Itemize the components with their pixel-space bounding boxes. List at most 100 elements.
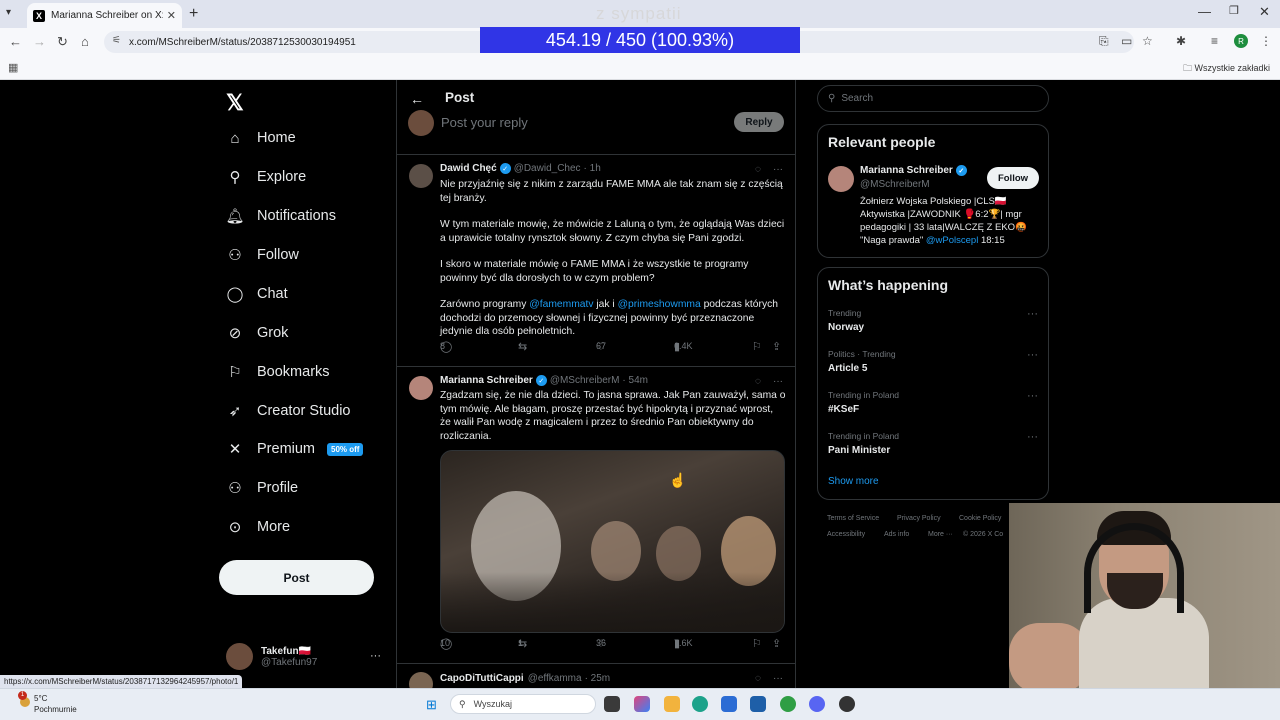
footer-more-link[interactable]: More ··· xyxy=(928,531,953,538)
tweet-time[interactable]: · 1h xyxy=(584,163,601,174)
footer-accessibility-link[interactable]: Accessibility xyxy=(827,531,865,538)
windows-start-icon[interactable]: ⊞ xyxy=(426,697,437,713)
tweet-author-name[interactable]: Marianna Schreiber xyxy=(440,375,533,386)
close-window-icon[interactable]: ✕ xyxy=(1259,4,1270,20)
all-bookmarks-label: Wszystkie zakładki xyxy=(1194,63,1270,73)
footer-terms-link[interactable]: Terms of Service xyxy=(827,515,879,522)
site-info-icon[interactable]: ⚟ xyxy=(112,35,121,46)
footer-privacy-link[interactable]: Privacy Policy xyxy=(897,515,941,522)
translate-icon[interactable]: ⎘ xyxy=(1099,34,1109,49)
reply-count: 10 xyxy=(440,638,451,648)
apps-grid-icon[interactable]: ▦ xyxy=(8,61,18,74)
edge-icon[interactable] xyxy=(692,696,708,712)
grok-explain-icon[interactable]: ◌ xyxy=(755,673,761,684)
bookmark-star-icon[interactable]: ☆ xyxy=(1142,34,1153,48)
outlook-icon[interactable] xyxy=(721,696,737,712)
post-button[interactable]: Post xyxy=(219,560,374,595)
tweet-author-handle[interactable]: @effkamma xyxy=(528,673,582,684)
nav-creator-studio[interactable]: ➶ Creator Studio xyxy=(226,402,351,420)
nav-chat[interactable]: ◯ Chat xyxy=(226,285,288,303)
trend-item[interactable]: Trending Norway ··· xyxy=(828,308,1038,333)
footer-ads-link[interactable]: Ads info xyxy=(884,531,909,538)
reload-icon[interactable]: ↻ xyxy=(57,34,68,50)
profile-avatar[interactable]: R xyxy=(1234,34,1248,48)
tweet-author-name[interactable]: Dawid Chęć xyxy=(440,163,497,174)
tweet-avatar[interactable] xyxy=(409,164,433,188)
mention-link[interactable]: @primeshowmma xyxy=(618,299,701,310)
account-switcher[interactable]: Takefun🇵🇱 @Takefun97 xyxy=(226,643,317,670)
nav-profile[interactable]: ⚇ Profile xyxy=(226,479,298,497)
person-name-row[interactable]: Marianna Schreiber ✓ xyxy=(860,165,970,176)
weather-widget[interactable]: 1 5°C Pochmurnie xyxy=(18,691,77,715)
verified-icon: ✓ xyxy=(535,375,547,386)
trend-meta: Trending in Poland xyxy=(828,431,900,441)
tweet-more-icon[interactable]: ··· xyxy=(773,673,783,684)
file-explorer-icon[interactable] xyxy=(664,696,680,712)
nav-notifications[interactable]: 🔔︎ Notifications xyxy=(225,207,336,225)
search-input[interactable]: ⚲ Search xyxy=(817,85,1049,112)
search-icon: ⚲ xyxy=(229,169,241,186)
person-handle[interactable]: @MSchreiberM xyxy=(860,179,930,190)
close-tab-icon[interactable]: ✕ xyxy=(167,9,176,22)
browser-menu-icon[interactable]: ⋮ xyxy=(1260,34,1272,48)
follow-button[interactable]: Follow xyxy=(987,167,1039,189)
tweet-author-handle[interactable]: @MSchreiberM xyxy=(550,375,620,386)
bookmark-icon: ⚐ xyxy=(752,340,762,353)
all-bookmarks-folder[interactable]: 🗀 Wszystkie zakładki xyxy=(1183,61,1270,77)
reply-button[interactable]: Reply xyxy=(734,112,784,132)
tweet-video[interactable] xyxy=(440,450,785,633)
tab-list-dropdown-icon[interactable]: ▾ xyxy=(6,7,11,18)
trend-item[interactable]: Trending in Poland Pani Minister ··· xyxy=(828,431,1038,456)
show-more-link[interactable]: Show more xyxy=(828,476,879,487)
back-icon[interactable]: ← xyxy=(9,34,22,49)
account-more-icon[interactable]: ··· xyxy=(370,650,381,662)
nav-follow[interactable]: ⚇ Follow xyxy=(226,246,299,264)
trend-item[interactable]: Politics · Trending Article 5 ··· xyxy=(828,349,1038,374)
new-tab-icon[interactable]: + xyxy=(189,5,198,23)
restore-icon[interactable]: ❐ xyxy=(1229,4,1239,17)
trend-more-icon[interactable]: ··· xyxy=(1027,431,1038,443)
forward-icon[interactable]: → xyxy=(33,34,46,49)
tweet-more-icon[interactable]: ··· xyxy=(773,164,783,175)
bio-mention-link[interactable]: @wPolscepl xyxy=(926,235,978,246)
grok-explain-icon[interactable]: ◌ xyxy=(755,376,761,387)
minimize-icon[interactable]: — xyxy=(1198,4,1211,19)
nav-premium[interactable]: ✕ Premium 50% off xyxy=(226,440,364,458)
tweet-avatar[interactable] xyxy=(409,376,433,400)
trend-more-icon[interactable]: ··· xyxy=(1027,390,1038,402)
taskbar-search-input[interactable]: ⚲ Wyszukaj xyxy=(450,694,596,714)
tweet-author-handle[interactable]: @Dawid_Chec xyxy=(514,163,581,174)
extensions-icon[interactable]: ✱ xyxy=(1176,34,1186,48)
task-view-icon[interactable] xyxy=(604,696,620,712)
copilot-icon[interactable] xyxy=(634,696,650,712)
x-logo-icon[interactable]: 𝕏 xyxy=(226,90,244,116)
grok-explain-icon[interactable]: ◌ xyxy=(755,164,761,175)
nav-grok[interactable]: ⊘ Grok xyxy=(226,324,289,342)
trend-more-icon[interactable]: ··· xyxy=(1027,308,1038,320)
mention-link[interactable]: @famemmatv xyxy=(529,299,593,310)
tweet-time[interactable]: · 54m xyxy=(622,375,648,386)
tab-title: Marianna Schreiber on X: "A kto xyxy=(51,10,163,21)
nav-explore[interactable]: ⚲ Explore xyxy=(226,168,307,186)
tweet-time[interactable]: · 25m xyxy=(585,673,611,684)
tweet-author-name[interactable]: CapoDiTuttiCappi xyxy=(440,673,524,684)
home-browser-icon[interactable]: ⌂ xyxy=(81,34,89,49)
reply-input[interactable]: Post your reply xyxy=(441,115,528,130)
trend-more-icon[interactable]: ··· xyxy=(1027,349,1038,361)
repost-count: 1 xyxy=(518,638,524,648)
back-arrow-icon[interactable]: ← xyxy=(410,91,424,107)
reading-list-icon[interactable]: ≡ xyxy=(1211,34,1218,48)
nav-home[interactable]: ⌂ Home xyxy=(226,129,295,147)
tweet-more-icon[interactable]: ··· xyxy=(773,376,783,387)
footer-cookie-link[interactable]: Cookie Policy xyxy=(959,515,1001,522)
browser-tab-active[interactable]: X Marianna Schreiber on X: "A kto ✕ xyxy=(27,3,182,28)
discord-icon[interactable] xyxy=(809,696,825,712)
nav-more[interactable]: ⊙ More xyxy=(226,518,290,536)
chrome-icon[interactable] xyxy=(780,696,796,712)
store-icon[interactable] xyxy=(750,696,766,712)
app-icon[interactable] xyxy=(839,696,855,712)
person-avatar[interactable] xyxy=(828,166,854,192)
trend-item[interactable]: Trending in Poland #KSeF ··· xyxy=(828,390,1038,415)
cast-icon[interactable]: ▭ xyxy=(1121,34,1132,48)
nav-bookmarks[interactable]: ⚐ Bookmarks xyxy=(226,363,329,381)
